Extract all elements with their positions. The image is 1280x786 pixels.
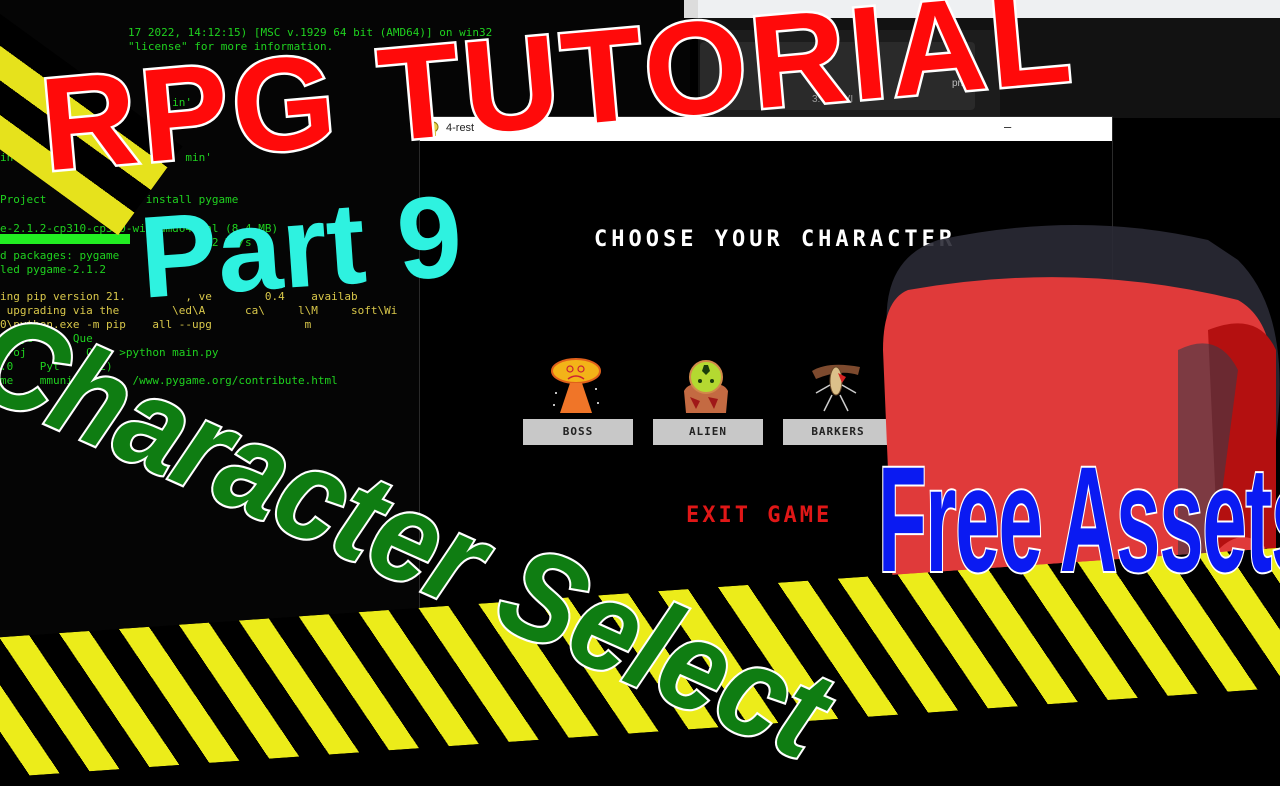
- barkers-sprite-icon: [812, 364, 860, 412]
- terminal-line: d packages: pygame: [0, 249, 120, 262]
- exit-game-button[interactable]: EXIT GAME: [686, 503, 832, 528]
- character-button-alien[interactable]: ALIEN: [653, 419, 763, 445]
- free-assets-badge: Free Assets!: [877, 435, 1280, 603]
- alien-sprite-icon: [684, 360, 728, 413]
- minimize-button[interactable]: –: [1004, 119, 1011, 134]
- character-button-boss[interactable]: BOSS: [523, 419, 633, 445]
- terminal-line: led pygame-2.1.2: [0, 263, 106, 276]
- boss-sprite-icon: [551, 358, 601, 413]
- title-part-number: Part 9: [135, 170, 467, 323]
- character-button-barkers[interactable]: BARKERS: [783, 419, 893, 445]
- pip-progress-bar: [0, 234, 130, 244]
